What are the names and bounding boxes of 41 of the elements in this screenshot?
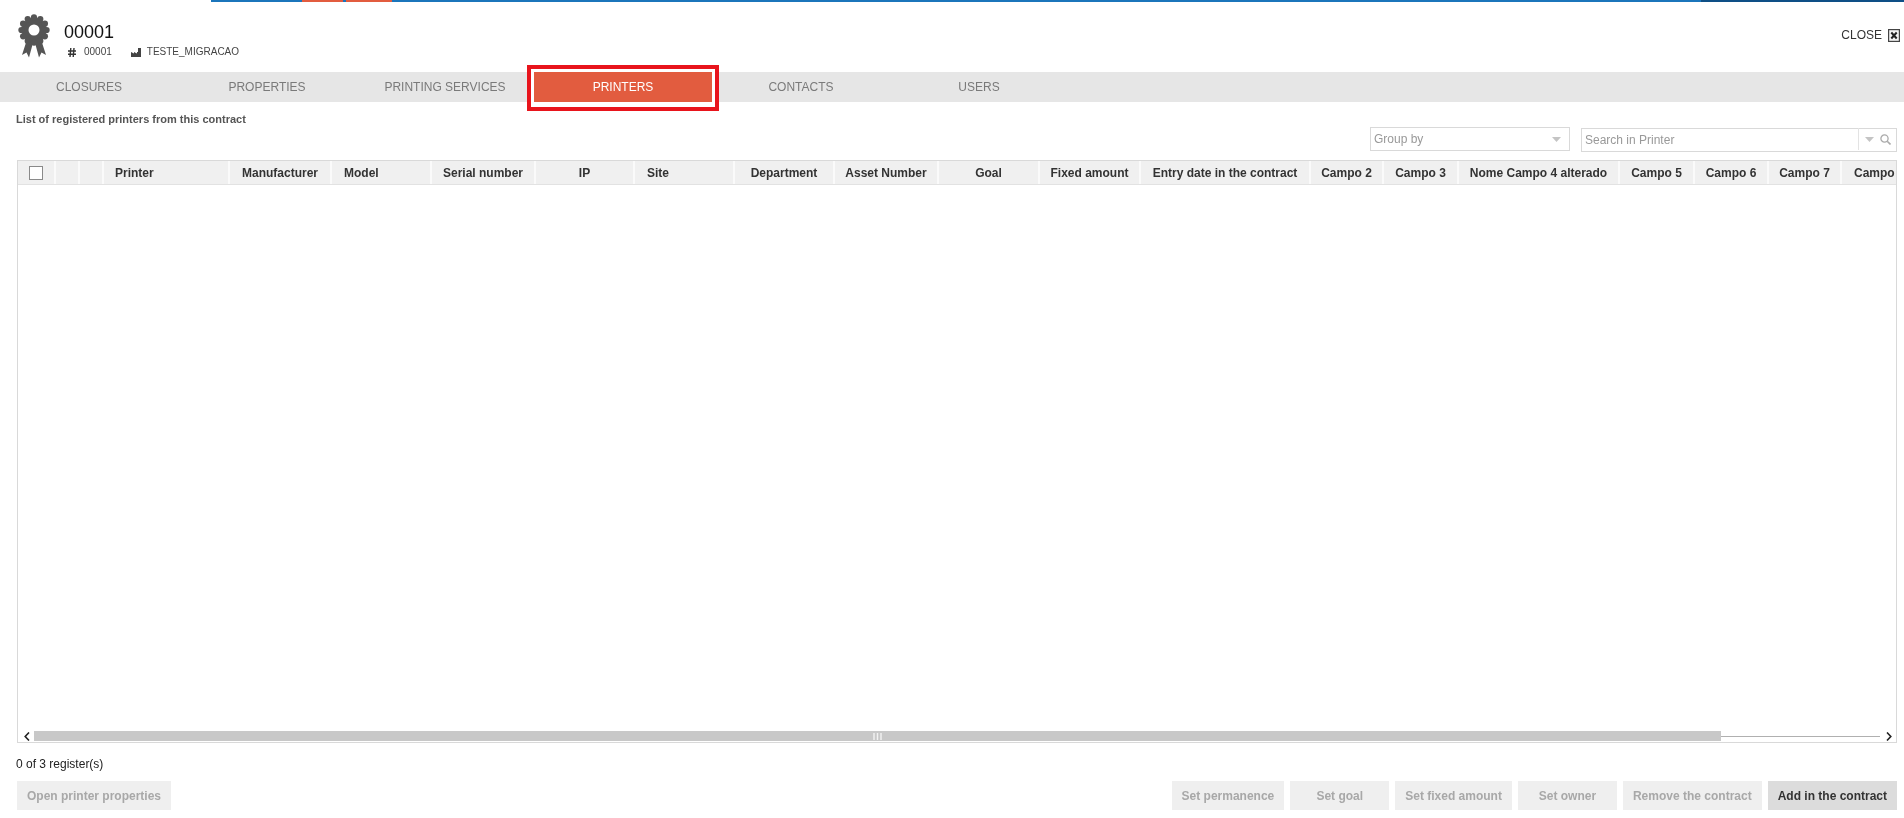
column-header[interactable]: Manufacturer: [230, 161, 332, 184]
close-button[interactable]: CLOSE: [1841, 28, 1900, 42]
column-header[interactable]: Campo 7: [1769, 161, 1842, 184]
tab[interactable]: CONTACTS: [712, 72, 890, 102]
column-header[interactable]: Goal: [939, 161, 1040, 184]
column-header[interactable]: Department: [735, 161, 835, 184]
column-header[interactable]: Printer: [104, 161, 230, 184]
column-header[interactable]: Entry date in the contract: [1141, 161, 1311, 184]
tab[interactable]: CLOSURES: [0, 72, 178, 102]
action-button[interactable]: Add in the contract: [1767, 781, 1897, 810]
chevron-left-icon[interactable]: [24, 731, 30, 741]
select-all-checkbox[interactable]: [29, 165, 43, 180]
column-header[interactable]: Campo 3: [1384, 161, 1459, 184]
chevron-right-icon[interactable]: [1886, 731, 1892, 741]
column-header[interactable]: Site: [635, 161, 735, 184]
hash-icon: [68, 47, 76, 57]
search-field[interactable]: Search in Printer: [1581, 128, 1897, 152]
rosette-icon: [18, 14, 50, 58]
section-description: List of registered printers from this contract: [16, 113, 246, 126]
column-header[interactable]: Serial number: [432, 161, 536, 184]
record-title: 00001: [64, 21, 116, 43]
column-header[interactable]: Asset Number: [835, 161, 939, 184]
record-count: 0 of 3 register(s): [16, 756, 105, 772]
column-header[interactable]: Campo 2: [1311, 161, 1384, 184]
factory-icon: [130, 47, 141, 57]
column-header[interactable]: Campo: [1842, 161, 1896, 184]
company-name: TESTE_MIGRACAO: [146, 46, 240, 58]
close-icon[interactable]: [1888, 28, 1900, 42]
caret-icon[interactable]: [1865, 136, 1874, 142]
column-header[interactable]: Model: [332, 161, 432, 184]
column-header[interactable]: IP: [536, 161, 635, 184]
column-header[interactable]: Campo 6: [1695, 161, 1769, 184]
grip-icon: [873, 732, 882, 740]
column-header[interactable]: Campo 5: [1620, 161, 1695, 184]
tab[interactable]: PRINTERS: [534, 72, 712, 102]
caret-icon[interactable]: [1552, 136, 1561, 142]
record-code: 00001: [84, 46, 112, 58]
column-header[interactable]: Fixed amount: [1040, 161, 1141, 184]
search-icon[interactable]: [1880, 133, 1891, 145]
tab[interactable]: PRINTING SERVICES: [356, 72, 534, 102]
column-header[interactable]: Nome Campo 4 alterado: [1459, 161, 1620, 184]
